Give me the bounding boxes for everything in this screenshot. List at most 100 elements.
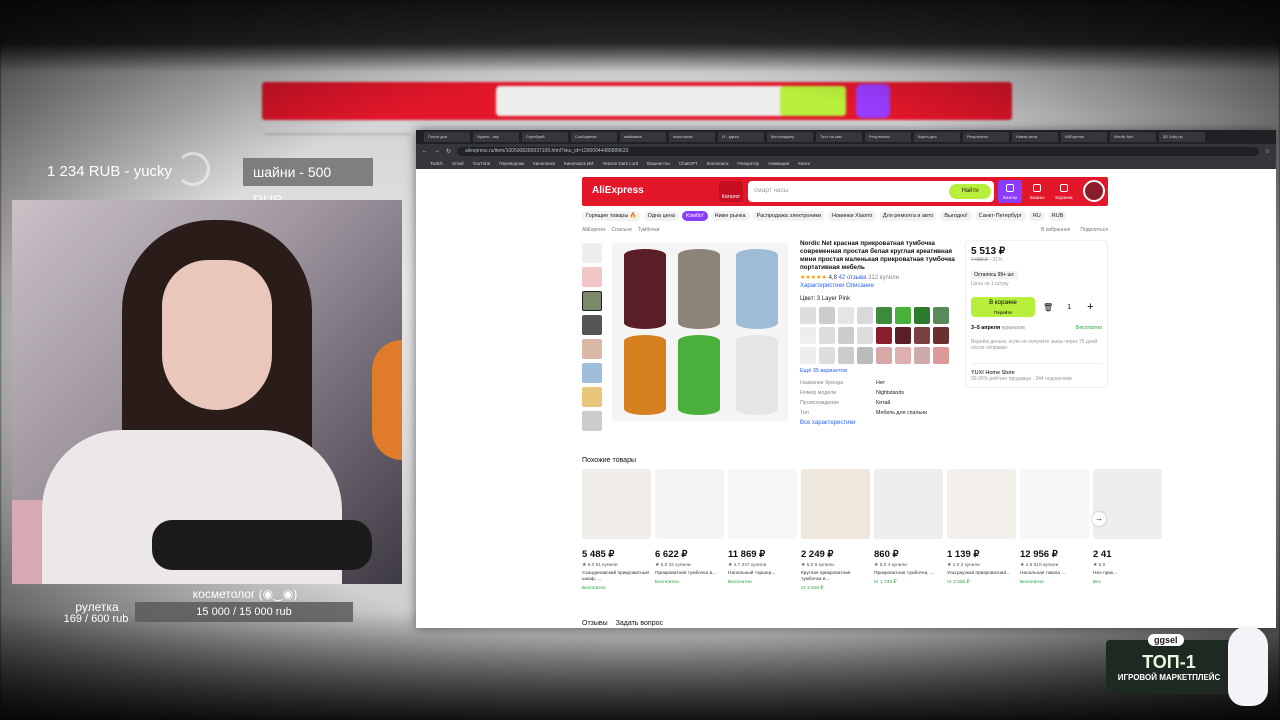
bookmark-star-icon[interactable]: ☆ [1265,148,1270,155]
trash-icon[interactable]: 🗑 [1043,303,1053,312]
more-variants-link[interactable]: Ещё 35 вариантов [800,368,958,374]
product-card[interactable]: 6 622 ₽ ★ 5.0 32 купили Прикроватная тумбо… [655,469,724,591]
aliexpress-logo[interactable]: AliExpress [592,185,644,196]
product-card-image[interactable] [1020,469,1089,539]
variant-swatch[interactable] [819,327,835,344]
browser-tab[interactable]: Результаты [963,132,1009,142]
category-nav-item[interactable]: Распродажа электроники [752,211,826,221]
bookmark-item[interactable]: Кинопоиск [707,161,729,166]
variant-swatch[interactable] [800,307,816,324]
tab-reviews[interactable]: Отзывы [582,620,608,627]
bookmark-item[interactable]: Вашингтон [647,161,670,166]
gallery-thumb[interactable] [582,315,602,335]
product-card[interactable]: 5 485 ₽ ★ 5.0 61 купили Скандинавский прик… [582,469,651,591]
browser-tab[interactable]: Результаты [865,132,911,142]
bookmark-item[interactable]: Переводчик [499,161,524,166]
product-card[interactable]: 12 956 ₽ ★ 4.8 810 купили Напольная лампа … [1020,469,1089,591]
bookmark-item[interactable]: Анимации [768,161,789,166]
product-card[interactable]: 1 139 ₽ ★ 1.0 2 купили Ультраузкая прикров… [947,469,1016,591]
category-nav-item[interactable]: RU [1028,211,1045,221]
browser-tab[interactable]: Nordic Net [1110,132,1156,142]
category-nav-item[interactable]: Для ремонта и авто [878,211,938,221]
variant-swatch[interactable] [838,327,854,344]
browser-tab[interactable]: www.doriat [669,132,715,142]
gallery-thumb[interactable] [582,339,602,359]
bookmark-item[interactable]: Кинопоиск [533,161,555,166]
reload-icon[interactable]: ↻ [446,148,451,155]
specs-link[interactable]: Характеристики [800,283,845,289]
bookmark-item[interactable]: Twitch [430,161,443,166]
breadcrumb-item[interactable]: Спальня [612,227,632,233]
plus-icon[interactable]: + [1087,301,1093,313]
browser-tab[interactable]: Нужно - зар [473,132,519,142]
tab-ask-question[interactable]: Задать вопрос [616,620,663,627]
search-button[interactable]: Найти [949,184,991,199]
category-nav-item[interactable]: Санкт-Петербург [974,211,1026,221]
browser-tab[interactable]: Мессенджер [767,132,813,142]
variant-swatch[interactable] [800,327,816,344]
bookmark-item[interactable]: Yeezus Dark Lord [602,161,638,166]
product-card-image[interactable] [582,469,651,539]
variant-swatch[interactable] [895,307,911,324]
variant-swatch[interactable] [914,327,930,344]
variant-swatch[interactable] [819,347,835,364]
product-card-image[interactable] [728,469,797,539]
bookmark-item[interactable]: Генератор [737,161,759,166]
category-nav-item[interactable]: RUB [1047,211,1068,221]
browser-tab[interactable]: Карта дня [914,132,960,142]
bookmark-item[interactable]: Кинопоиск ИИ [564,161,594,166]
store-card[interactable]: YUXI Home Store 90,95% рейтинг продавца … [971,363,1102,382]
category-nav-item[interactable]: Ниже рынка [710,211,750,221]
gallery-thumb[interactable] [582,291,602,311]
favorite-button[interactable]: В избранное [1041,227,1070,233]
variant-swatch[interactable] [914,347,930,364]
gallery-thumb[interactable] [582,243,602,263]
breadcrumb-item[interactable]: AliExpress [582,227,606,233]
avatar[interactable] [1083,180,1105,202]
category-nav-item[interactable]: Выгодно! [940,211,972,221]
category-nav-item[interactable]: Одна цена [643,211,679,221]
gallery-thumb[interactable] [582,411,602,431]
variant-swatch[interactable] [933,347,949,364]
variant-swatch[interactable] [876,327,892,344]
gallery-thumb[interactable] [582,267,602,287]
quantity-value[interactable]: 1 [1067,304,1071,311]
product-card[interactable]: 860 ₽ ★ 5.0 4 купили Прикроватная тумбочка… [874,469,943,591]
in-cart-button[interactable]: В корзине Перейти [971,297,1035,317]
category-nav-item[interactable]: Новинки Xiaomi [828,211,876,221]
product-card[interactable]: 11 869 ₽ ★ 4.7 347 купили Напольный торшер… [728,469,797,591]
search-input[interactable]: смарт часы [754,187,789,194]
browser-tab[interactable]: Почта дня [424,132,470,142]
back-icon[interactable]: ← [422,148,428,154]
variant-swatch[interactable] [857,347,873,364]
breadcrumb-item[interactable]: Тумбочки [638,227,660,233]
orders-button[interactable]: Заказы [1025,180,1049,203]
variant-swatch[interactable] [876,307,892,324]
category-nav-item[interactable]: Комбо! [681,211,708,221]
gallery-thumb[interactable] [582,363,602,383]
variant-swatch[interactable] [857,307,873,324]
description-link[interactable]: Описание [846,283,874,289]
variant-swatch[interactable] [933,307,949,324]
browser-tab[interactable]: 3D Jolly пр [1159,132,1205,142]
forward-icon[interactable]: → [434,148,440,154]
browser-tab[interactable]: Серебрий [522,132,568,142]
cart-button[interactable]: Корзина [1052,180,1076,203]
product-card-image[interactable] [801,469,870,539]
all-specs-link[interactable]: Все характеристики [800,420,958,426]
reviews-link[interactable]: 42 отзыва [839,275,867,281]
next-arrow-icon[interactable]: → [1092,512,1106,526]
product-main-image[interactable] [612,243,788,421]
search-bar[interactable]: смарт часы Найти [748,181,994,202]
bookmark-item[interactable]: ChatGPT [679,161,698,166]
variant-swatch[interactable] [914,307,930,324]
product-card-image[interactable] [655,469,724,539]
share-button[interactable]: Поделиться [1080,227,1108,233]
variant-swatch[interactable] [895,327,911,344]
browser-tab[interactable]: Сообщение [571,132,617,142]
bookmark-item[interactable]: Книги [798,161,810,166]
browser-tab[interactable]: Новая вкла [1012,132,1058,142]
catalog-button[interactable]: Каталог [719,181,743,202]
product-card-image[interactable] [874,469,943,539]
variant-swatch[interactable] [838,307,854,324]
